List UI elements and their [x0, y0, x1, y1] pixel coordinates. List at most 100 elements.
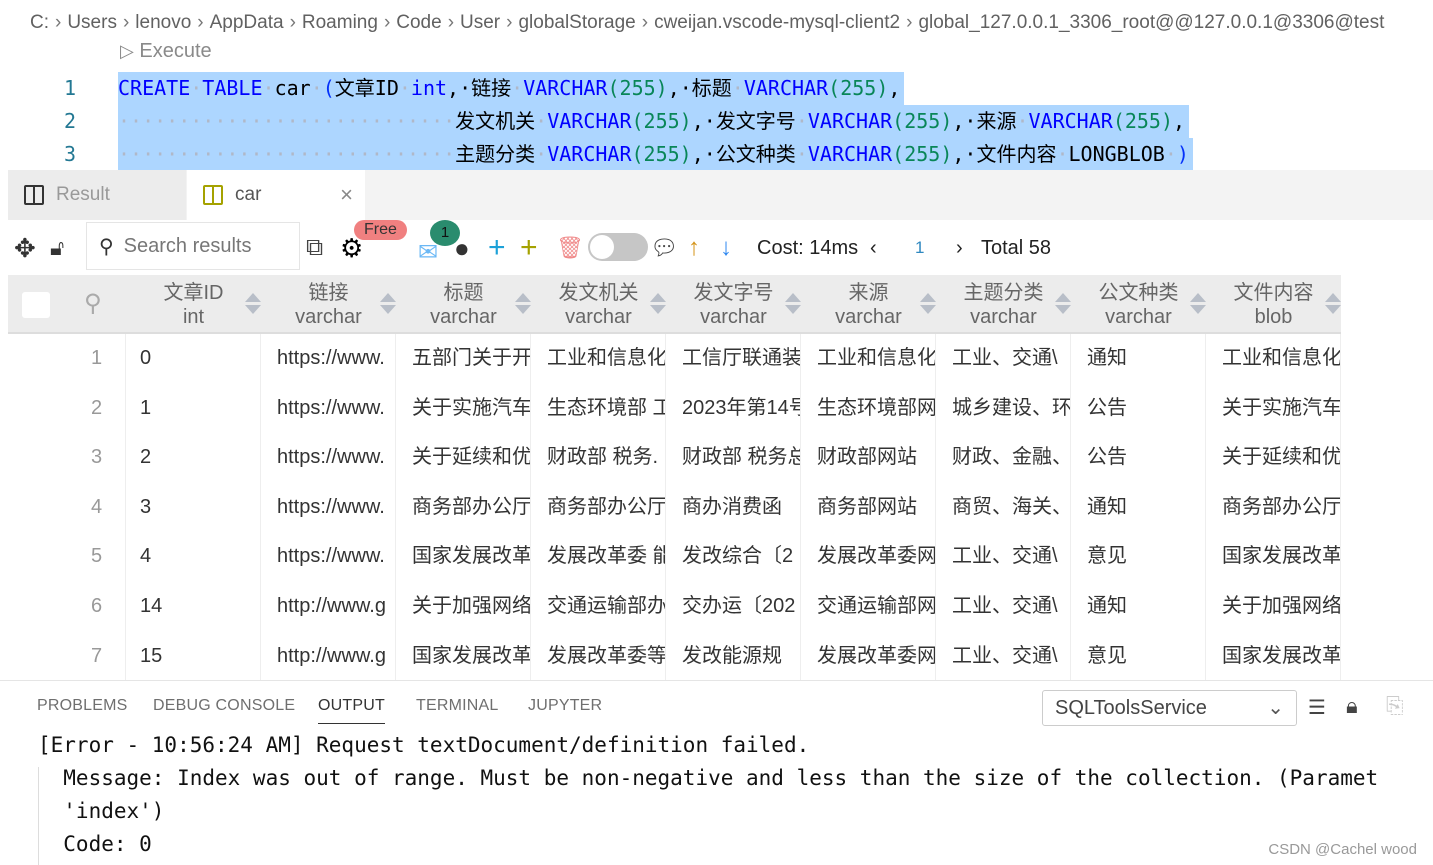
table-cell[interactable]: 工业、交通\ [936, 582, 1071, 632]
column-header[interactable]: 文件内容 blob [1206, 275, 1341, 334]
search-input[interactable]: ⚲ Search results [86, 222, 300, 270]
table-cell[interactable]: 发改综合〔2 [666, 532, 801, 582]
table-cell[interactable]: 14 [126, 582, 261, 632]
table-cell[interactable]: 工业、交通\ [936, 532, 1071, 582]
tab-car[interactable]: car × [187, 170, 365, 220]
table-cell[interactable]: 五部门关于开 [396, 334, 531, 384]
table-cell[interactable]: 交通运输部办 [531, 582, 666, 632]
table-cell[interactable]: 公告 [1071, 433, 1206, 483]
table-cell[interactable]: http://www.g [261, 582, 396, 632]
table-cell[interactable]: 4 [126, 532, 261, 582]
table-cell[interactable]: https://www. [261, 383, 396, 434]
table-cell[interactable]: https://www. [261, 482, 396, 533]
close-icon[interactable]: × [340, 182, 353, 208]
table-cell[interactable]: 财政部 税务. [531, 433, 666, 483]
panel-tab-problems[interactable]: PROBLEMS [37, 697, 128, 715]
panel-tab-debug-console[interactable]: DEBUG CONSOLE [153, 697, 295, 715]
column-header[interactable]: 链接 varchar [261, 275, 396, 334]
table-cell[interactable]: 发展改革委 能 [531, 532, 666, 582]
table-cell[interactable]: 通知 [1071, 582, 1206, 632]
execute-button[interactable]: ▷ Execute [120, 40, 212, 63]
table-cell[interactable]: 意见 [1071, 631, 1206, 682]
table-cell[interactable]: 关于延续和优 [1206, 433, 1341, 483]
table-cell[interactable]: 工业和信息化 [531, 334, 666, 384]
search-icon[interactable]: ⚲ [84, 289, 102, 318]
table-row[interactable]: 6 14 http://www.g 关于加强网络 交通运输部办 交办运〔202 交通运输部网… [8, 582, 1341, 632]
table-cell[interactable]: 发展改革委网 [801, 532, 936, 582]
table-cell[interactable]: https://www. [261, 532, 396, 582]
table-cell[interactable]: 财政部 税务总 [666, 433, 801, 483]
lock-icon[interactable]: 🔒︎ [1346, 693, 1358, 719]
table-cell[interactable]: 关于实施汽车 [396, 383, 531, 434]
copy-icon[interactable]: ⧉ [306, 222, 323, 274]
table-cell[interactable]: 发改能源规 [666, 631, 801, 682]
table-cell[interactable]: 关于加强网络 [1206, 582, 1341, 632]
table-cell[interactable]: 国家发展改革 [396, 631, 531, 682]
open-in-editor-icon[interactable]: ⎘ [1386, 693, 1404, 719]
arrow-down-icon[interactable]: ↓ [720, 222, 732, 274]
add-icon[interactable]: + [488, 222, 506, 274]
column-header[interactable]: 发文字号 varchar [666, 275, 801, 334]
panel-tab-jupyter[interactable]: JUPYTER [528, 697, 602, 715]
breadcrumb-item[interactable]: Users [67, 12, 117, 33]
table-cell[interactable]: 0 [126, 334, 261, 384]
table-cell[interactable]: 关于实施汽车 [1206, 383, 1341, 434]
toggle-switch[interactable] [588, 233, 648, 261]
table-cell[interactable]: 工业、交通\ [936, 334, 1071, 384]
trash-icon[interactable]: 🗑︎ [556, 222, 584, 274]
table-cell[interactable]: 商贸、海关、 [936, 482, 1071, 533]
column-header[interactable]: 来源 varchar [801, 275, 936, 334]
breadcrumb-item[interactable]: C: [30, 12, 49, 33]
table-cell[interactable]: 1 [126, 383, 261, 434]
table-cell[interactable]: https://www. [261, 334, 396, 384]
table-cell[interactable]: 国家发展改革 [1206, 532, 1341, 582]
free-badge[interactable]: Free [354, 220, 407, 240]
comment-icon[interactable]: 💬︎ [650, 222, 678, 274]
table-cell[interactable]: 城乡建设、环 [936, 383, 1071, 434]
tab-result[interactable]: Result [8, 170, 186, 220]
table-cell[interactable]: 发展改革委网 [801, 631, 936, 682]
move-icon[interactable]: ✥ [14, 222, 36, 274]
prev-page-button[interactable]: ‹ [870, 222, 877, 274]
column-header[interactable]: 发文机关 varchar [531, 275, 666, 334]
output-channel-select[interactable]: SQLToolsService ⌄ [1042, 690, 1297, 726]
table-cell[interactable]: 国家发展改革 [396, 532, 531, 582]
breadcrumb-item[interactable]: cweijan.vscode-mysql-client2 [654, 12, 900, 33]
table-cell[interactable]: 生态环境部 工 [531, 383, 666, 434]
table-cell[interactable]: 15 [126, 631, 261, 682]
table-cell[interactable]: 意见 [1071, 532, 1206, 582]
column-header[interactable]: 主题分类 varchar [936, 275, 1071, 334]
unlock-icon[interactable]: 🔓︎ [50, 222, 64, 274]
table-cell[interactable]: 工业和信息化 [801, 334, 936, 384]
table-cell[interactable]: 财政、金融、 [936, 433, 1071, 483]
table-cell[interactable]: 工业、交通\ [936, 631, 1071, 682]
table-cell[interactable]: 2 [126, 433, 261, 483]
breadcrumb-item[interactable]: global_127.0.0.1_3306_root@@127.0.0.1@33… [918, 12, 1384, 33]
breadcrumb-item[interactable]: Roaming [302, 12, 378, 33]
select-all-checkbox[interactable] [22, 292, 50, 318]
clear-output-icon[interactable]: ☰ [1308, 695, 1326, 720]
table-row[interactable]: 7 15 http://www.g 国家发展改革 发展改革委等 发改能源规 发展改革委网 工业… [8, 631, 1341, 682]
page-number[interactable]: 1 [915, 222, 924, 274]
column-header[interactable]: 标题 varchar [396, 275, 531, 334]
table-cell[interactable]: 通知 [1071, 482, 1206, 533]
breadcrumb-item[interactable]: Code [396, 12, 441, 33]
table-cell[interactable]: https://www. [261, 433, 396, 483]
table-cell[interactable]: 交通运输部网 [801, 582, 936, 632]
breadcrumb-item[interactable]: User [460, 12, 500, 33]
table-row[interactable]: 3 2 https://www. 关于延续和优 财政部 税务. 财政部 税务总 财政部网站财… [8, 433, 1341, 483]
table-cell[interactable]: 通知 [1071, 334, 1206, 384]
table-cell[interactable]: 关于加强网络 [396, 582, 531, 632]
table-row[interactable]: 2 1 https://www. 关于实施汽车 生态环境部 工 2023年第14号 生态环境… [8, 383, 1341, 434]
table-cell[interactable]: 生态环境部网 [801, 383, 936, 434]
next-page-button[interactable]: › [956, 222, 963, 274]
panel-tab-terminal[interactable]: TERMINAL [416, 697, 499, 715]
table-cell[interactable]: http://www.g [261, 631, 396, 682]
breadcrumb-item[interactable]: AppData [210, 12, 284, 33]
column-header[interactable]: 公文种类 varchar [1071, 275, 1206, 334]
table-cell[interactable]: 财政部网站 [801, 433, 936, 483]
table-cell[interactable]: 商务部网站 [801, 482, 936, 533]
table-row[interactable]: 1 0 https://www. 五部门关于开 工业和信息化 工信厅联通装 工业和信息化 工业… [8, 334, 1341, 384]
table-cell[interactable]: 工信厅联通装 [666, 334, 801, 384]
table-cell[interactable]: 关于延续和优 [396, 433, 531, 483]
